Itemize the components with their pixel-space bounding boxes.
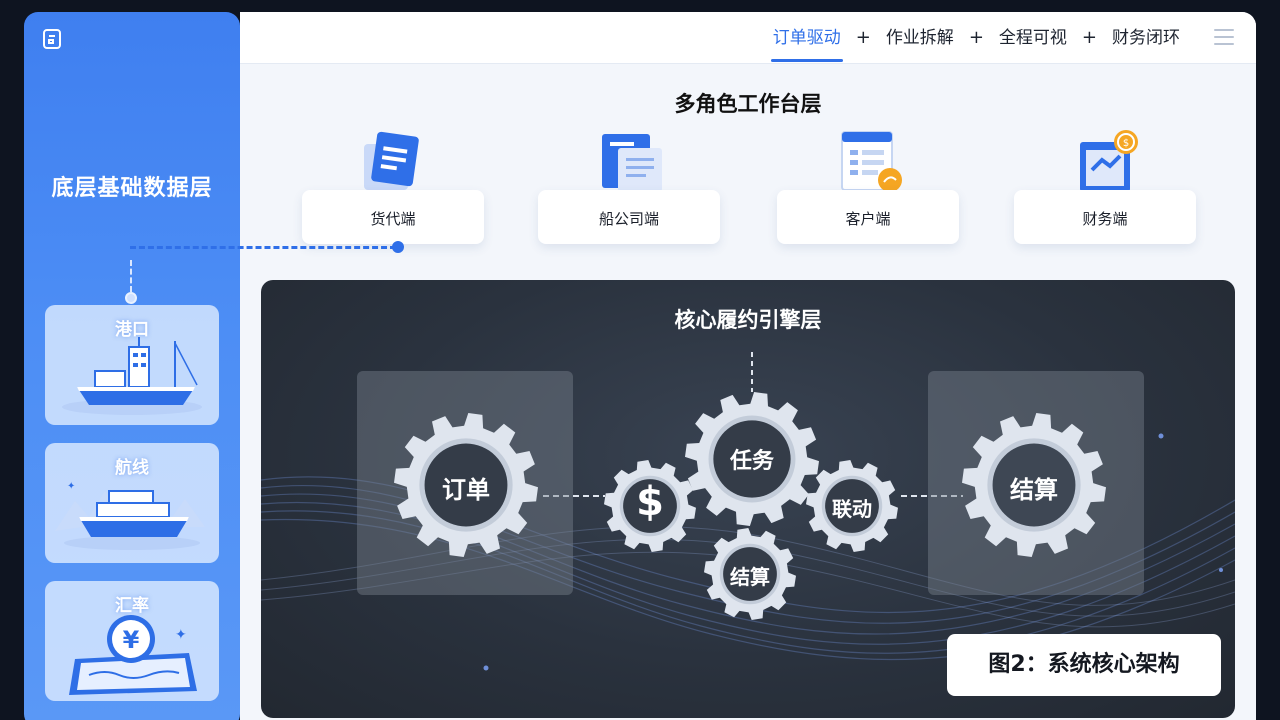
files-icon bbox=[602, 134, 662, 192]
sidebar-title: 底层基础数据层 bbox=[51, 176, 213, 201]
role-card-customer[interactable]: 客户端 bbox=[777, 190, 959, 244]
form-icon bbox=[841, 131, 902, 192]
connector-line bbox=[130, 246, 396, 249]
data-card-port[interactable]: 港口 bbox=[45, 305, 219, 425]
svg-text:¥: ¥ bbox=[123, 626, 140, 654]
hamburger-menu-icon[interactable] bbox=[1214, 29, 1234, 45]
svg-text:✦: ✦ bbox=[175, 627, 187, 643]
data-card-exchange-rate[interactable]: 汇率 ¥ ✦ bbox=[45, 581, 219, 701]
settlement-gear-label: 结算 bbox=[1010, 476, 1058, 504]
port-ship-icon bbox=[62, 337, 202, 415]
workbench-layer-title: 多角色工作台层 bbox=[674, 92, 822, 116]
order-gear-label: 订单 bbox=[442, 476, 490, 504]
role-card-shipping-company[interactable]: 船公司端 bbox=[538, 190, 720, 244]
nav-separator: + bbox=[855, 27, 871, 48]
main-panel: 订单驱动 + 作业拆解 + 全程可视 + 财务闭环 多角色工作台层 $ 货代端 … bbox=[130, 12, 1256, 720]
link-gear-label: 联动 bbox=[832, 497, 872, 521]
app-logo-icon bbox=[43, 29, 61, 49]
nav-tab-task-breakdown[interactable]: 作业拆解 bbox=[884, 12, 956, 64]
nav-tab-full-visibility[interactable]: 全程可视 bbox=[997, 12, 1069, 64]
svg-text:$: $ bbox=[1123, 138, 1129, 149]
nav-tab-order-driven[interactable]: 订单驱动 bbox=[770, 12, 843, 64]
connector-dot bbox=[125, 292, 137, 304]
document-icon bbox=[364, 131, 419, 190]
top-nav-bar: 订单驱动 + 作业拆解 + 全程可视 + 财务闭环 bbox=[240, 12, 1256, 64]
settlement-small-gear-label: 结算 bbox=[730, 565, 770, 589]
exchange-rate-yuan-icon: ¥ ✦ bbox=[69, 615, 197, 695]
connector-line bbox=[130, 260, 132, 292]
data-card-route[interactable]: 航线 ✦ bbox=[45, 443, 219, 563]
dollar-gear-label: $ bbox=[636, 479, 664, 525]
sidebar: 底层基础数据层 港口 航线 ✦ 汇率 ¥ ✦ bbox=[24, 12, 240, 720]
finance-icon: $ bbox=[1080, 130, 1138, 192]
route-ship-icon: ✦ bbox=[55, 481, 205, 550]
top-nav: 订单驱动 + 作业拆解 + 全程可视 + 财务闭环 bbox=[770, 12, 1182, 64]
core-engine-panel: 核心履约引擎层 订单 结算 任务 $ 联动 结算 图2：系统核心架构 bbox=[261, 280, 1235, 718]
nav-separator: + bbox=[968, 27, 984, 48]
core-engine-title: 核心履约引擎层 bbox=[674, 308, 822, 332]
nav-tab-finance-loop[interactable]: 财务闭环 bbox=[1110, 12, 1182, 64]
task-gear-label: 任务 bbox=[729, 449, 774, 474]
figure-caption: 图2：系统核心架构 bbox=[947, 634, 1221, 696]
role-card-finance[interactable]: 财务端 bbox=[1014, 190, 1196, 244]
nav-separator: + bbox=[1081, 27, 1097, 48]
connector-dot bbox=[392, 241, 404, 253]
role-card-forwarder[interactable]: 货代端 bbox=[302, 190, 484, 244]
svg-text:✦: ✦ bbox=[67, 481, 75, 492]
